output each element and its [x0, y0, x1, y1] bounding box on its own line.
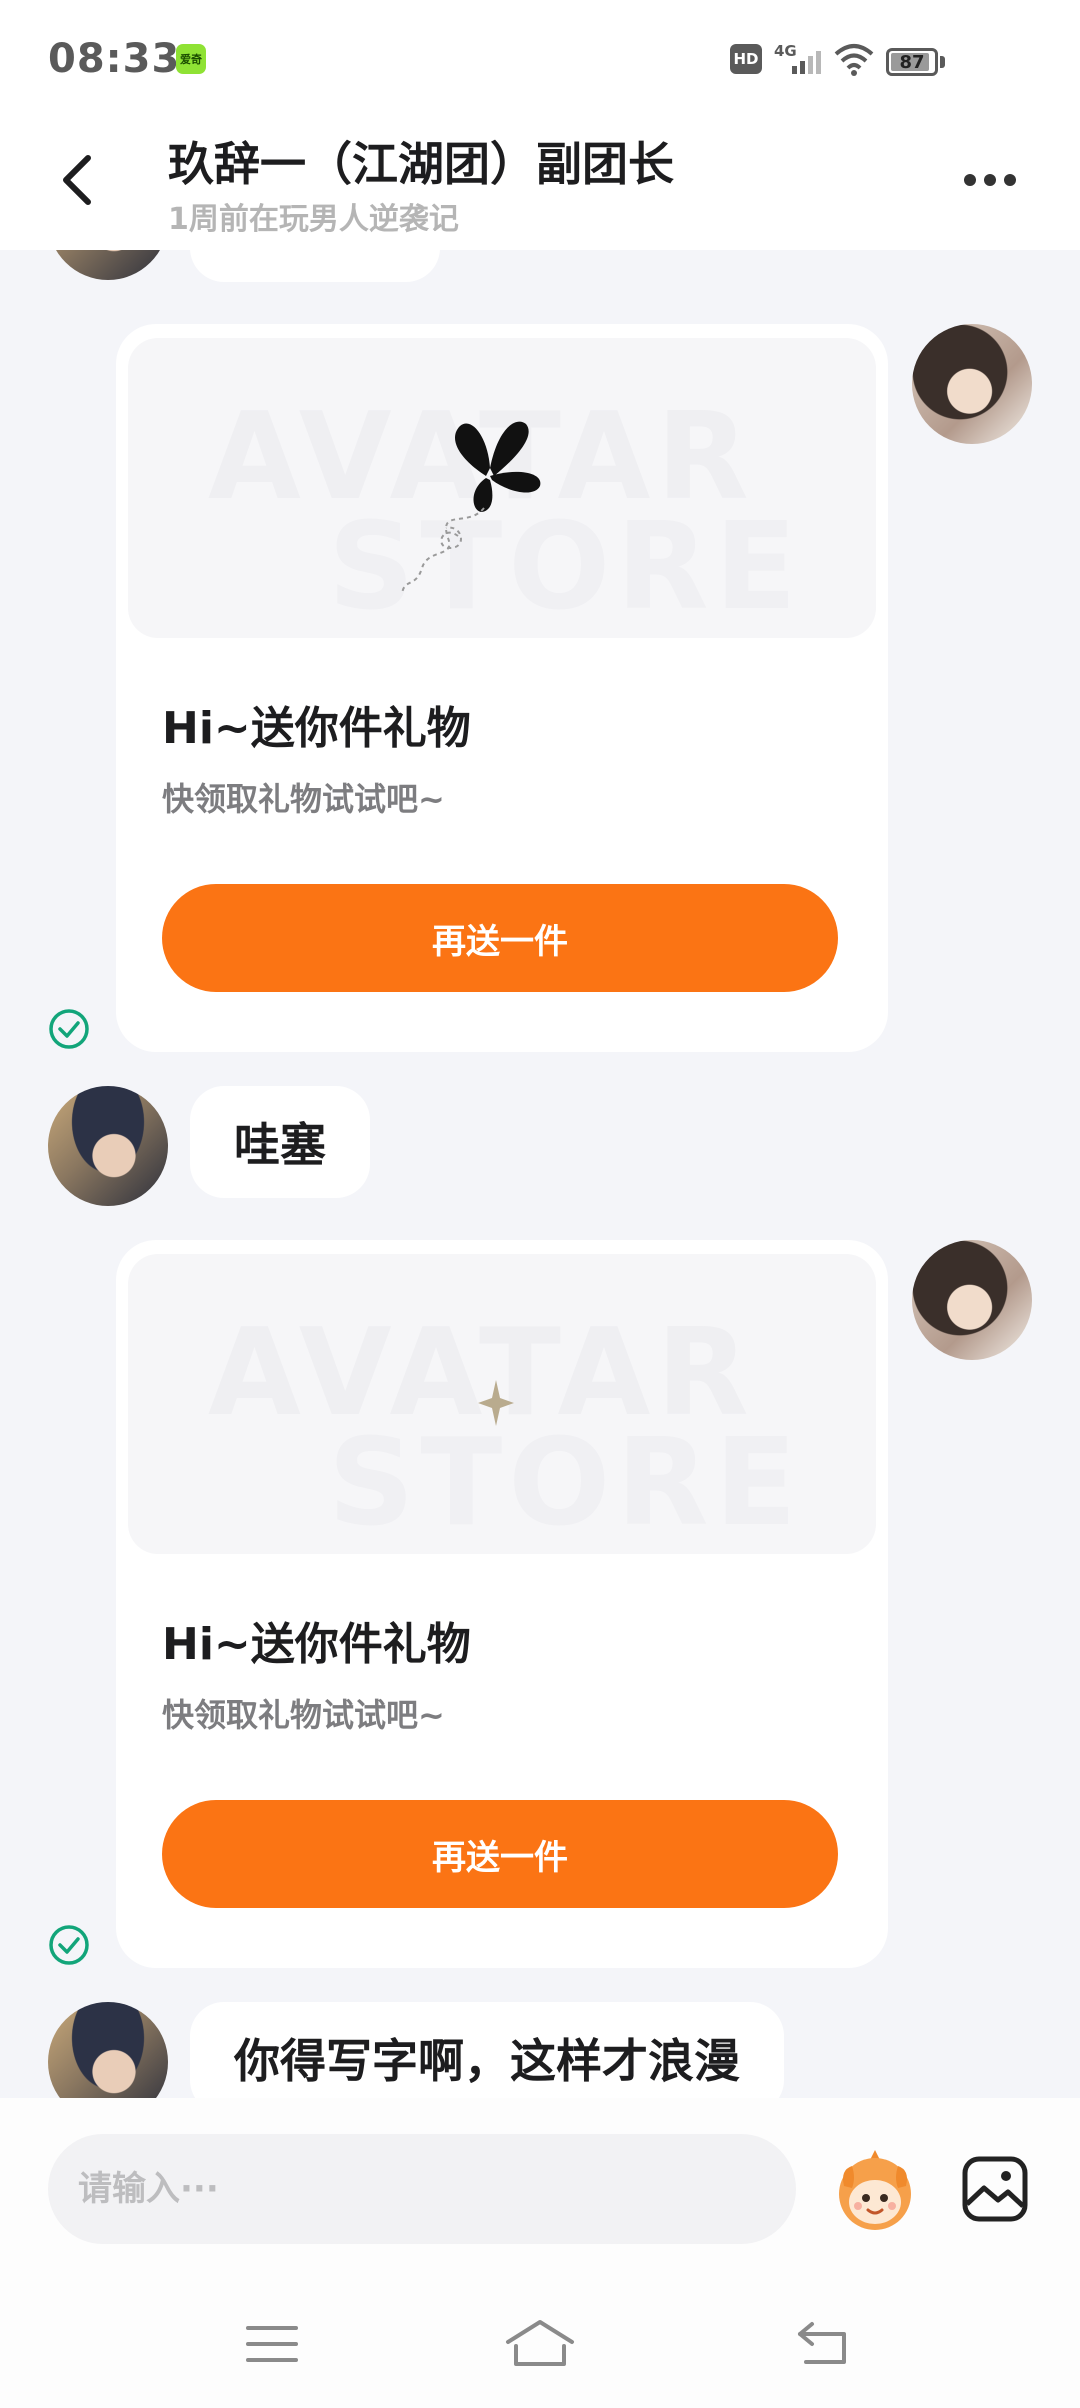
chat-subtitle: 1周前在玩男人逆袭记: [168, 202, 459, 237]
app-notification-badge: 爱奇: [176, 44, 206, 74]
contact-avatar[interactable]: [48, 1086, 168, 1206]
message-input[interactable]: [48, 2134, 796, 2244]
message-bubble[interactable]: 你得写字啊，这样才浪漫: [190, 2002, 784, 2098]
input-bar: [0, 2098, 1080, 2278]
contact-avatar[interactable]: [48, 250, 168, 280]
gift-title: Hi~送你件礼物: [162, 703, 471, 754]
sparkle-icon: [478, 1380, 514, 1426]
status-time: 08:33: [48, 36, 181, 82]
home-icon: [506, 2320, 574, 2366]
hd-icon: HD: [730, 44, 762, 74]
network-type-label: 4G: [774, 42, 797, 60]
image-icon: [962, 2156, 1028, 2222]
gift-card[interactable]: AVATAR STORE Hi~送你件礼物 快领取礼物试试吧~ 再送一件: [116, 1240, 888, 1968]
back-icon: [798, 2322, 846, 2364]
chevron-left-icon: [63, 155, 91, 205]
battery-level: 87: [899, 51, 925, 73]
battery-tip: [940, 56, 945, 68]
gift-watermark: STORE: [328, 1414, 803, 1553]
my-avatar[interactable]: [912, 324, 1032, 444]
contact-avatar[interactable]: [48, 2002, 168, 2098]
mascot-emoji-icon: [839, 2150, 911, 2230]
more-options-button[interactable]: [960, 160, 1030, 200]
check-circle-icon: [49, 1925, 89, 1965]
butterfly-icon: [401, 421, 541, 595]
send-another-gift-button[interactable]: 再送一件: [162, 884, 838, 992]
battery-icon: 87: [886, 48, 938, 76]
nav-back-button[interactable]: [792, 2316, 856, 2372]
more-dots-icon: [960, 171, 1020, 190]
nav-home-button[interactable]: [502, 2316, 578, 2372]
message-bubble-partial: [190, 250, 440, 282]
gift-card[interactable]: AVATAR STORE Hi~送你件礼物 快领取礼物试试吧~ 再送一件: [116, 324, 888, 1052]
image-button[interactable]: [960, 2154, 1030, 2224]
chat-header: 玖辞一（江湖团）副团长 1周前在玩男人逆袭记: [0, 110, 1080, 250]
gift-image: AVATAR STORE: [128, 1254, 876, 1554]
gift-image: AVATAR STORE: [128, 338, 876, 638]
back-button[interactable]: [52, 148, 112, 212]
wifi-icon: [832, 40, 876, 80]
gift-description: 快领取礼物试试吧~: [162, 780, 445, 818]
message-bubble[interactable]: 哇塞: [190, 1086, 370, 1198]
check-circle-icon: [49, 1009, 89, 1049]
gift-title: Hi~送你件礼物: [162, 1619, 471, 1670]
menu-icon: [246, 2326, 298, 2362]
send-another-gift-button[interactable]: 再送一件: [162, 1800, 838, 1908]
nav-menu-button[interactable]: [240, 2316, 304, 2372]
my-avatar[interactable]: [912, 1240, 1032, 1360]
system-nav-bar: [0, 2278, 1080, 2408]
message-list[interactable]: AVATAR STORE Hi~送你件礼物 快领取礼物试试吧~ 再送一件 哇塞 …: [0, 250, 1080, 2098]
status-bar: 08:33 爱奇 HD 4G 87: [0, 0, 1080, 110]
gift-description: 快领取礼物试试吧~: [162, 1696, 445, 1734]
emoji-button[interactable]: [830, 2146, 920, 2236]
chat-title: 玖辞一（江湖团）副团长: [168, 137, 674, 191]
cellular-signal-icon: 4G: [772, 40, 824, 80]
